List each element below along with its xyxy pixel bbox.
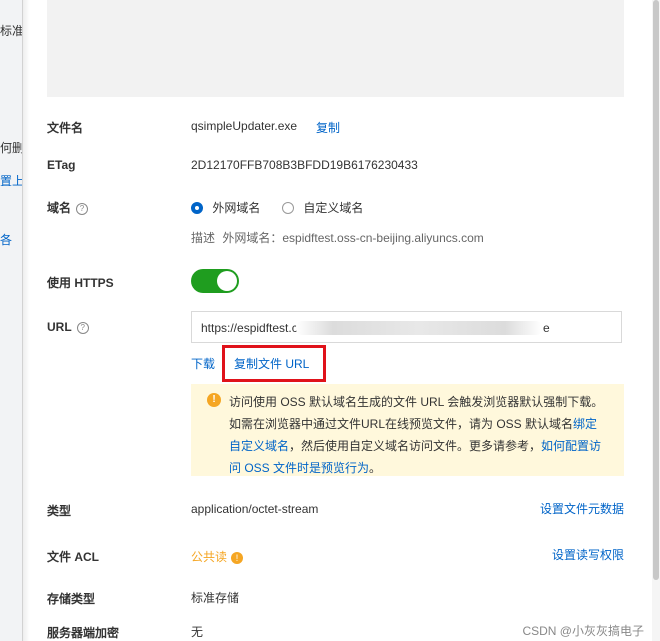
https-toggle[interactable]	[191, 269, 239, 293]
etag-value: 2D12170FFB708B3BFDD19B6176230433	[191, 158, 418, 172]
help-icon[interactable]: ?	[76, 321, 89, 334]
background-link: 置上	[0, 174, 23, 188]
scrollbar[interactable]	[652, 0, 660, 641]
domain-radio-public[interactable]: 外网域名	[191, 199, 260, 216]
acl-value-text: 公共读	[191, 550, 228, 564]
url-label: URL?	[47, 320, 89, 334]
set-acl-link[interactable]: 设置读写权限	[552, 546, 624, 563]
preview-notice: ! 访问使用 OSS 默认域名生成的文件 URL 会触发浏览器默认强制下载。 如…	[191, 384, 624, 476]
watermark: CSDN @小灰灰搞电子	[522, 624, 644, 638]
storage-value: 标准存储	[191, 591, 240, 605]
background-link: 各	[0, 233, 13, 247]
storage-label: 存储类型	[47, 592, 96, 606]
type-label: 类型	[47, 504, 72, 518]
url-text-suffix: e	[543, 321, 550, 335]
encryption-label: 服务器端加密	[47, 626, 120, 640]
url-redacted	[296, 321, 542, 335]
notice-end: 。	[369, 461, 382, 475]
panel-shadow	[22, 0, 30, 641]
radio-label: 自定义域名	[303, 201, 364, 215]
encryption-value: 无	[191, 625, 204, 639]
radio-unchecked-icon[interactable]	[282, 201, 294, 214]
file-preview-area	[47, 0, 624, 97]
notice-line2-suffix: ，然后使用自定义域名访问文件。更多请参考，	[289, 439, 542, 453]
filename-label: 文件名	[47, 121, 84, 135]
acl-value: 公共读!	[191, 548, 244, 565]
notice-text: 访问使用 OSS 默认域名生成的文件 URL 会触发浏览器默认强制下载。 如需在…	[229, 391, 609, 479]
notice-line2-prefix: 如需在浏览器中通过文件URL在线预览文件，请为 OSS 默认域名	[229, 417, 574, 431]
background-text: 标准	[0, 24, 23, 38]
https-label: 使用 HTTPS	[47, 276, 114, 290]
domain-label-text: 域名	[47, 201, 72, 215]
etag-label: ETag	[47, 158, 76, 172]
warning-dot-icon: !	[231, 551, 244, 564]
domain-radio-custom[interactable]: 自定义域名	[282, 199, 363, 216]
scrollbar-thumb[interactable]	[653, 0, 659, 580]
set-metadata-link[interactable]: 设置文件元数据	[540, 500, 624, 517]
toggle-knob	[217, 271, 237, 291]
domain-description: 描述 外网域名：espidftest.oss-cn-beijing.aliyun…	[191, 229, 484, 246]
background-text: 何删	[0, 141, 23, 155]
url-field[interactable]: https://espidftest.c e	[191, 311, 622, 343]
radio-label: 外网域名	[212, 201, 261, 215]
help-icon[interactable]: ?	[76, 202, 89, 215]
filename-value: qsimpleUpdater.exe	[191, 119, 298, 133]
notice-line1: 访问使用 OSS 默认域名生成的文件 URL 会触发浏览器默认强制下载。	[229, 395, 604, 409]
description-prefix: 描述	[191, 231, 216, 245]
description-text: 外网域名：espidftest.oss-cn-beijing.aliyuncs.…	[222, 231, 484, 245]
warning-icon: !	[207, 393, 221, 407]
type-value: application/octet-stream	[191, 502, 319, 516]
download-link[interactable]: 下载	[191, 355, 215, 372]
url-label-text: URL	[47, 320, 72, 334]
domain-label: 域名?	[47, 199, 89, 216]
copy-filename-button[interactable]: 复制	[316, 119, 340, 136]
highlight-box	[222, 345, 326, 382]
acl-label: 文件 ACL	[47, 550, 99, 564]
radio-checked-icon[interactable]	[191, 201, 203, 214]
url-text-prefix: https://espidftest.c	[201, 321, 298, 335]
background-page-pane: 标准 何删 置上 各	[0, 0, 23, 641]
